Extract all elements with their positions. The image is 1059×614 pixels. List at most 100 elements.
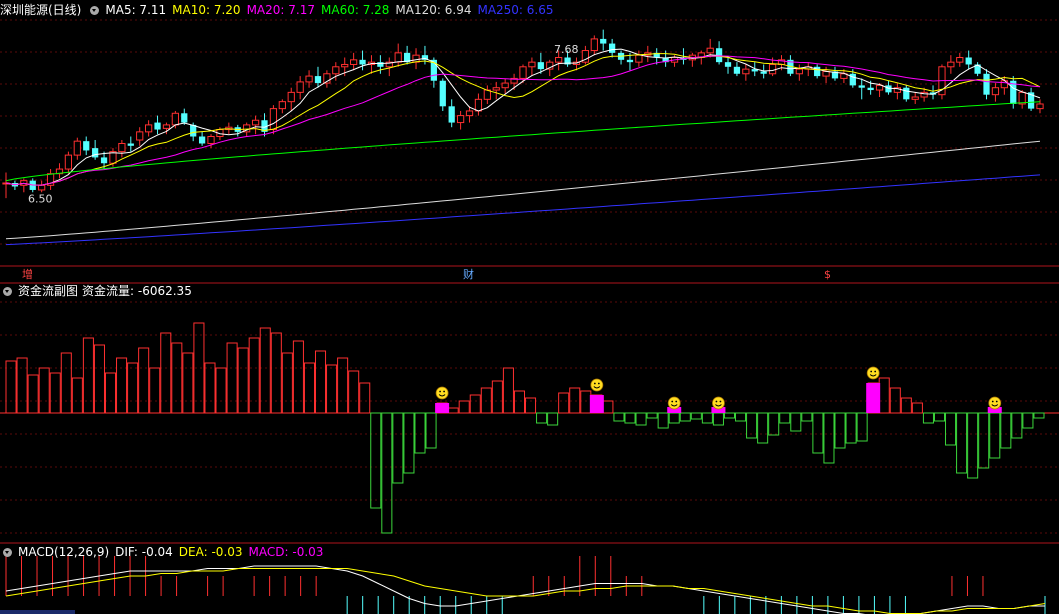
fund-bar — [370, 412, 382, 509]
dropdown-icon[interactable] — [3, 287, 12, 296]
candle-body — [706, 47, 714, 54]
candle-body — [278, 101, 286, 110]
candle-body — [136, 131, 144, 141]
candle-body — [64, 154, 73, 170]
fund-bar — [657, 412, 669, 429]
fund-bar — [635, 412, 647, 426]
ma-line-60 — [5, 101, 1041, 182]
candle-body — [314, 76, 322, 84]
macd-header: MACD(12,26,9) DIF: -0.04 DEA: -0.03 MACD: -… — [0, 544, 329, 560]
fund-bar — [547, 412, 559, 426]
candle-body — [519, 66, 527, 79]
ma-label-2: MA20: 7.17 — [246, 3, 315, 17]
candle-body — [742, 68, 750, 75]
fund-bar — [502, 367, 514, 414]
fund-bar — [525, 397, 537, 414]
candle-body — [956, 57, 964, 63]
candle-body — [359, 59, 366, 65]
candle-body — [600, 38, 607, 44]
fund-bar — [359, 382, 371, 414]
event-marker-dollar[interactable]: $ — [824, 268, 831, 281]
candle-body — [947, 61, 955, 68]
fund-bar — [956, 412, 968, 474]
fund-bar — [392, 412, 404, 484]
candle-body — [983, 73, 990, 95]
candle-body — [162, 124, 171, 129]
candle-body — [350, 59, 358, 65]
event-marker-zeng[interactable]: 增 — [22, 268, 33, 281]
fund-bar — [900, 397, 912, 414]
price-annotation: 7.68 — [554, 43, 579, 56]
fund-bar — [712, 412, 724, 426]
fund-bar — [326, 364, 338, 414]
candle-body — [965, 57, 972, 65]
fund-bar — [60, 352, 72, 414]
fund-bar — [933, 412, 946, 422]
fund-bar — [149, 367, 161, 414]
fund-bar — [580, 390, 592, 414]
candle-body — [38, 184, 46, 191]
candle-body — [251, 119, 260, 126]
fund-bar — [967, 412, 979, 479]
candle-body — [867, 87, 874, 91]
fund-bar — [989, 412, 1001, 459]
fund-bar — [292, 340, 304, 414]
fund-bar — [790, 412, 802, 432]
fund-bar — [226, 342, 238, 414]
macd-dea-line — [5, 568, 1046, 614]
event-marker-cai[interactable]: 财 — [463, 268, 474, 281]
candle-body — [911, 96, 919, 100]
fund-bar — [701, 412, 713, 424]
fund-bar — [646, 412, 658, 419]
candle-body — [118, 142, 126, 153]
candle-body — [903, 87, 910, 100]
fund-bar — [138, 347, 150, 414]
candle-body — [635, 54, 643, 63]
dropdown-icon[interactable] — [3, 548, 12, 557]
fund-bar — [337, 357, 349, 414]
candle-body — [590, 38, 598, 52]
candle-body — [198, 136, 206, 144]
fund-bar — [38, 367, 50, 414]
fund-bar — [469, 394, 481, 414]
fund-bar — [812, 412, 824, 454]
fund-bar — [1000, 412, 1012, 449]
candle-body — [858, 85, 865, 88]
fund-bar — [204, 362, 216, 414]
fund-bar — [613, 412, 625, 422]
fund-bar — [978, 412, 990, 469]
fund-bar — [16, 357, 28, 414]
fund-bar — [558, 392, 570, 414]
fund-bar — [723, 412, 736, 419]
candle-body — [849, 73, 856, 86]
macd-dif: DIF: -0.04 — [115, 545, 173, 559]
candle-body — [875, 84, 884, 91]
candle-body — [92, 148, 99, 158]
candle-body — [448, 106, 455, 123]
fund-bar — [403, 412, 415, 474]
candle-body — [885, 85, 892, 93]
smiley-icon — [667, 396, 681, 410]
fund-bar — [414, 412, 426, 454]
ma-label-3: MA60: 7.28 — [321, 3, 390, 17]
candle-body — [377, 62, 384, 67]
fund-bar — [5, 360, 17, 414]
fund-bar — [513, 390, 526, 414]
candle-body — [83, 141, 90, 151]
fund-bar — [71, 377, 83, 414]
fund-bar — [845, 412, 857, 444]
candle-body — [341, 63, 349, 68]
fund-value: 资金流量: -6062.35 — [82, 284, 192, 298]
candle-body — [1036, 103, 1044, 110]
candle-body — [181, 113, 188, 123]
candle-body — [154, 122, 161, 130]
scroll-indicator — [0, 610, 75, 614]
dropdown-icon[interactable] — [90, 6, 100, 15]
fund-bar — [215, 367, 227, 414]
candle-body — [760, 71, 767, 74]
fund-bar — [281, 352, 293, 414]
fund-bar — [93, 344, 105, 414]
fund-bar — [182, 352, 194, 414]
fund-bar — [27, 374, 39, 414]
macd-title: MACD(12,26,9) — [18, 545, 110, 559]
